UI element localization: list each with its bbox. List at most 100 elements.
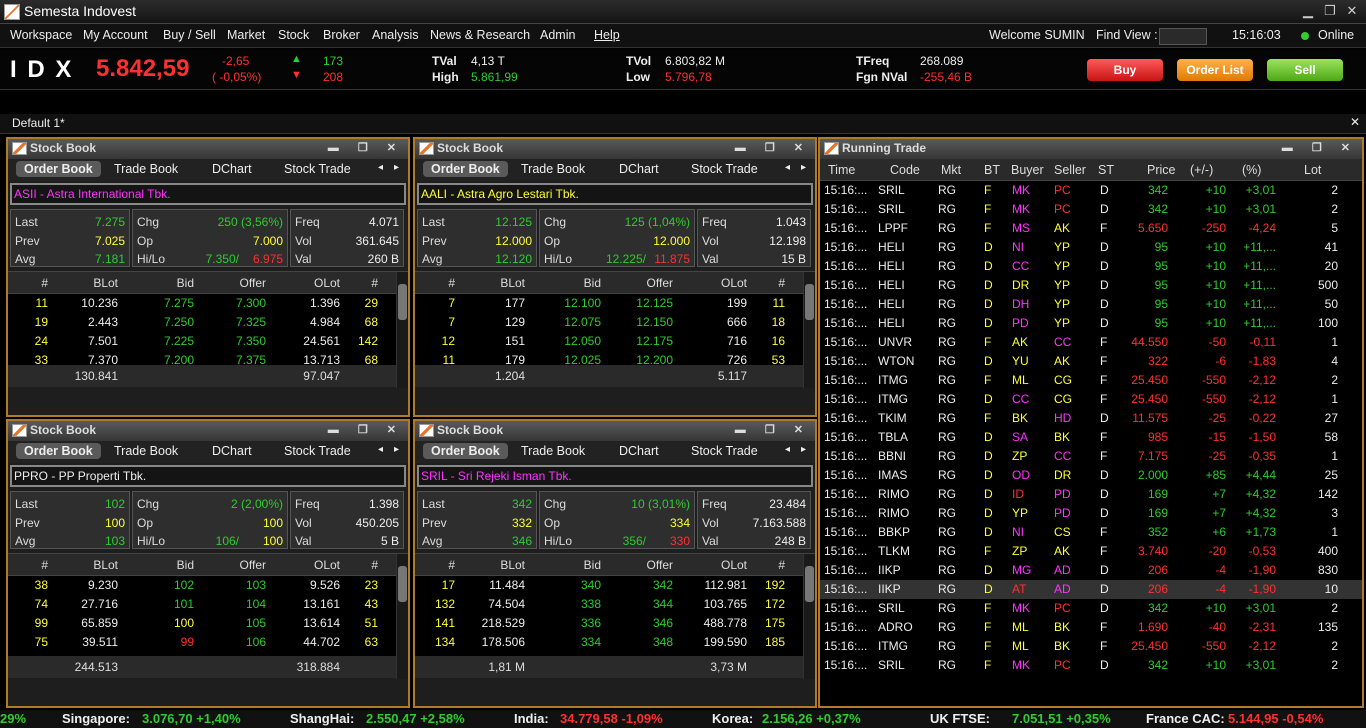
tab-order-book[interactable]: Order Book: [16, 443, 101, 459]
order-book-scrollbar[interactable]: [803, 554, 815, 679]
table-row[interactable]: 75 39.511 99 106 44.702 63: [8, 633, 408, 652]
tab-dchart[interactable]: DChart: [212, 444, 252, 458]
table-row[interactable]: 132 74.504 338 344 103.765 172: [415, 595, 815, 614]
table-row[interactable]: 15:16:... HELI RG D PD YP D 95 +10 +11,... 100: [820, 314, 1362, 333]
tab-order-book[interactable]: Order Book: [423, 443, 508, 459]
table-row[interactable]: 15:16:... SRIL RG F MK PC D 342 +10 +3,01 2: [820, 200, 1362, 219]
tab-dchart[interactable]: DChart: [619, 162, 659, 176]
table-row[interactable]: 99 65.859 100 105 13.614 51: [8, 614, 408, 633]
menu-workspace[interactable]: Workspace: [10, 28, 72, 42]
tab-stock-trade[interactable]: Stock Trade: [284, 444, 351, 458]
menu-market[interactable]: Market: [227, 28, 265, 42]
scroll-thumb[interactable]: [805, 566, 814, 602]
table-row[interactable]: 24 7.501 7.225 7.350 24.561 142: [8, 332, 408, 351]
stock-code-input[interactable]: AALI - Astra Agro Lestari Tbk.: [417, 183, 813, 205]
table-row[interactable]: 15:16:... ITMG RG D CC CG F 25.450 -550 -2,12 1: [820, 390, 1362, 409]
order-book-scrollbar[interactable]: [396, 554, 408, 679]
menu-news-research[interactable]: News & Research: [430, 28, 530, 42]
table-row[interactable]: 15:16:... BBKP RG D NI CS F 352 +6 +1,73 1: [820, 523, 1362, 542]
panel-controls[interactable]: ▬ ❐ ✕: [328, 421, 404, 440]
tab-scroll-right-icon[interactable]: ▸: [801, 444, 806, 455]
stock-code-input[interactable]: PPRO - PP Properti Tbk.: [10, 465, 406, 487]
table-row[interactable]: 15:16:... TBLA RG D SA BK F 985 -15 -1,50 58: [820, 428, 1362, 447]
table-row[interactable]: 7 177 12.100 12.125 199 11: [415, 294, 815, 313]
table-row[interactable]: 15:16:... HELI RG D DR YP D 95 +10 +11,... 500: [820, 276, 1362, 295]
tab-order-book[interactable]: Order Book: [16, 161, 101, 177]
sell-button[interactable]: Sell: [1267, 59, 1343, 81]
restore-icon[interactable]: ❐: [1322, 3, 1338, 19]
table-row[interactable]: 134 178.506 334 348 199.590 185: [415, 633, 815, 652]
tab-scroll-left-icon[interactable]: ◂: [785, 162, 790, 173]
order-book-scrollbar[interactable]: [396, 272, 408, 388]
menu-stock[interactable]: Stock: [278, 28, 309, 42]
workspace-close-icon[interactable]: ✕: [1350, 115, 1360, 129]
table-row[interactable]: 15:16:... SRIL RG F MK PC D 342 +10 +3,01 2: [820, 181, 1362, 200]
menu-buy-sell[interactable]: Buy / Sell: [163, 28, 216, 42]
table-row[interactable]: 15:16:... ITMG RG F ML BK F 25.450 -550 -2,12 2: [820, 637, 1362, 656]
tab-trade-book[interactable]: Trade Book: [521, 162, 585, 176]
menu-help[interactable]: Help: [594, 28, 620, 42]
table-row[interactable]: 15:16:... SRIL RG F MK PC D 342 +10 +3,01 2: [820, 599, 1362, 618]
table-row[interactable]: 15:16:... RIMO RG D YP PD D 169 +7 +4,32 3: [820, 504, 1362, 523]
table-row[interactable]: 15:16:... IMAS RG D OD DR D 2.000 +85 +4,44 25: [820, 466, 1362, 485]
find-view-input[interactable]: [1159, 28, 1207, 45]
table-row[interactable]: 141 218.529 336 346 488.778 175: [415, 614, 815, 633]
tab-scroll-left-icon[interactable]: ◂: [378, 162, 383, 173]
table-row[interactable]: 15:16:... HELI RG D NI YP D 95 +10 +11,... 41: [820, 238, 1362, 257]
tab-stock-trade[interactable]: Stock Trade: [691, 444, 758, 458]
scroll-thumb[interactable]: [398, 284, 407, 320]
tab-stock-trade[interactable]: Stock Trade: [691, 162, 758, 176]
order-book-scrollbar[interactable]: [803, 272, 815, 388]
tab-dchart[interactable]: DChart: [619, 444, 659, 458]
tab-trade-book[interactable]: Trade Book: [114, 162, 178, 176]
table-row[interactable]: 15:16:... RIMO RG D ID PD D 169 +7 +4,32 142: [820, 485, 1362, 504]
table-row[interactable]: 15:16:... SRIL RG F MK PC D 342 +10 +3,01 2: [820, 656, 1362, 675]
close-icon[interactable]: ✕: [1344, 3, 1360, 19]
table-row[interactable]: 19 2.443 7.250 7.325 4.984 68: [8, 313, 408, 332]
table-row[interactable]: 15:16:... LPPF RG F MS AK F 5.650 -250 -4,24 5: [820, 219, 1362, 238]
table-row[interactable]: 15:16:... ITMG RG F ML CG F 25.450 -550 -2,12 2: [820, 371, 1362, 390]
tab-scroll-right-icon[interactable]: ▸: [801, 162, 806, 173]
scroll-thumb[interactable]: [805, 284, 814, 320]
tab-scroll-right-icon[interactable]: ▸: [394, 162, 399, 173]
table-row[interactable]: 15:16:... IIKP RG D AT AD D 206 -4 -1,90 10: [820, 580, 1362, 599]
menu-admin[interactable]: Admin: [540, 28, 575, 42]
table-row[interactable]: 38 9.230 102 103 9.526 23: [8, 576, 408, 595]
stock-code-input[interactable]: SRIL - Sri Rejeki Isman Tbk.: [417, 465, 813, 487]
table-row[interactable]: 15:16:... UNVR RG F AK CC F 44.550 -50 -0,11 1: [820, 333, 1362, 352]
table-row[interactable]: 15:16:... HELI RG D CC YP D 95 +10 +11,... 20: [820, 257, 1362, 276]
tab-trade-book[interactable]: Trade Book: [521, 444, 585, 458]
menu-broker[interactable]: Broker: [323, 28, 360, 42]
tab-stock-trade[interactable]: Stock Trade: [284, 162, 351, 176]
menu-analysis[interactable]: Analysis: [372, 28, 419, 42]
table-row[interactable]: 15:16:... WTON RG D YU AK F 322 -6 -1,83 4: [820, 352, 1362, 371]
table-row[interactable]: 11 10.236 7.275 7.300 1.396 29: [8, 294, 408, 313]
table-row[interactable]: 12 151 12.050 12.175 716 16: [415, 332, 815, 351]
panel-controls[interactable]: ▬ ❐ ✕: [1282, 139, 1358, 158]
buy-button[interactable]: Buy: [1087, 59, 1163, 81]
order-list-button[interactable]: Order List: [1177, 59, 1253, 81]
tab-trade-book[interactable]: Trade Book: [114, 444, 178, 458]
stock-code-input[interactable]: ASII - Astra International Tbk.: [10, 183, 406, 205]
scroll-thumb[interactable]: [398, 566, 407, 602]
menu-my-account[interactable]: My Account: [83, 28, 148, 42]
table-row[interactable]: 15:16:... ADRO RG F ML BK F 1.690 -40 -2,31 135: [820, 618, 1362, 637]
tab-scroll-right-icon[interactable]: ▸: [394, 444, 399, 455]
table-row[interactable]: 15:16:... TLKM RG F ZP AK F 3.740 -20 -0,53 400: [820, 542, 1362, 561]
tab-dchart[interactable]: DChart: [212, 162, 252, 176]
tab-scroll-left-icon[interactable]: ◂: [785, 444, 790, 455]
table-row[interactable]: 17 11.484 340 342 112.981 192: [415, 576, 815, 595]
minimize-icon[interactable]: ▁: [1300, 3, 1316, 19]
tab-scroll-left-icon[interactable]: ◂: [378, 444, 383, 455]
table-row[interactable]: 15:16:... BBNI RG D ZP CC F 7.175 -25 -0,35 1: [820, 447, 1362, 466]
table-row[interactable]: 15:16:... TKIM RG F BK HD D 11.575 -25 -0,22 27: [820, 409, 1362, 428]
table-row[interactable]: 74 27.716 101 104 13.161 43: [8, 595, 408, 614]
table-row[interactable]: 15:16:... IIKP RG D MG AD D 206 -4 -1,90 830: [820, 561, 1362, 580]
panel-controls[interactable]: ▬ ❐ ✕: [735, 421, 811, 440]
tab-order-book[interactable]: Order Book: [423, 161, 508, 177]
panel-controls[interactable]: ▬ ❐ ✕: [735, 139, 811, 158]
workspace-tab[interactable]: Default 1*: [12, 116, 65, 130]
panel-controls[interactable]: ▬ ❐ ✕: [328, 139, 404, 158]
table-row[interactable]: 7 129 12.075 12.150 666 18: [415, 313, 815, 332]
table-row[interactable]: 15:16:... HELI RG D DH YP D 95 +10 +11,... 50: [820, 295, 1362, 314]
